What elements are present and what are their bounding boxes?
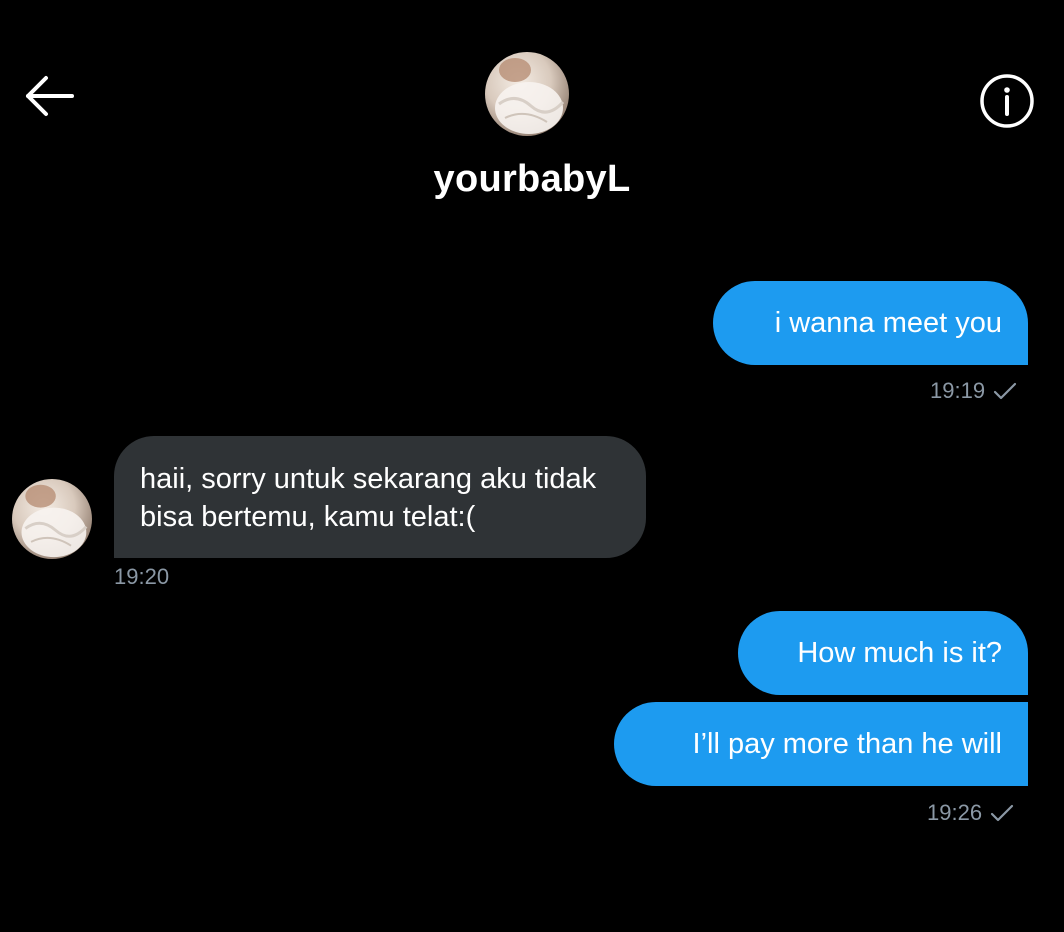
timestamp-text: 19:26	[927, 800, 983, 825]
message-text: i wanna meet you	[774, 307, 1002, 339]
timestamp-text: 19:19	[930, 378, 986, 403]
conversation-title: yourbabyL	[433, 158, 631, 200]
message-text: How much is it?	[797, 637, 1002, 669]
message-timestamp: 19:26	[927, 800, 1014, 826]
message-bubble-incoming[interactable]: haii, sorry untuk sekarang aku tidak bis…	[114, 436, 646, 558]
sent-check-icon	[993, 382, 1017, 400]
info-circle-icon	[980, 74, 1034, 128]
arrow-left-icon	[26, 76, 74, 116]
message-text: haii, sorry untuk sekarang aku tidak bis…	[140, 463, 597, 533]
sent-check-icon	[990, 804, 1014, 822]
message-timestamp: 19:20	[114, 564, 169, 590]
message-bubble-outgoing[interactable]: I’ll pay more than he will	[614, 702, 1028, 786]
avatar-image	[12, 479, 92, 559]
avatar-image	[485, 52, 569, 136]
message-bubble-outgoing[interactable]: i wanna meet you	[713, 281, 1028, 365]
message-timestamp: 19:19	[930, 378, 1017, 404]
contact-avatar[interactable]	[485, 52, 569, 136]
message-bubble-outgoing[interactable]: How much is it?	[738, 611, 1028, 695]
message-text: I’ll pay more than he will	[692, 728, 1002, 760]
sender-avatar[interactable]	[12, 479, 92, 559]
info-button[interactable]	[978, 72, 1036, 130]
back-button[interactable]	[22, 72, 78, 120]
timestamp-text: 19:20	[114, 564, 170, 589]
